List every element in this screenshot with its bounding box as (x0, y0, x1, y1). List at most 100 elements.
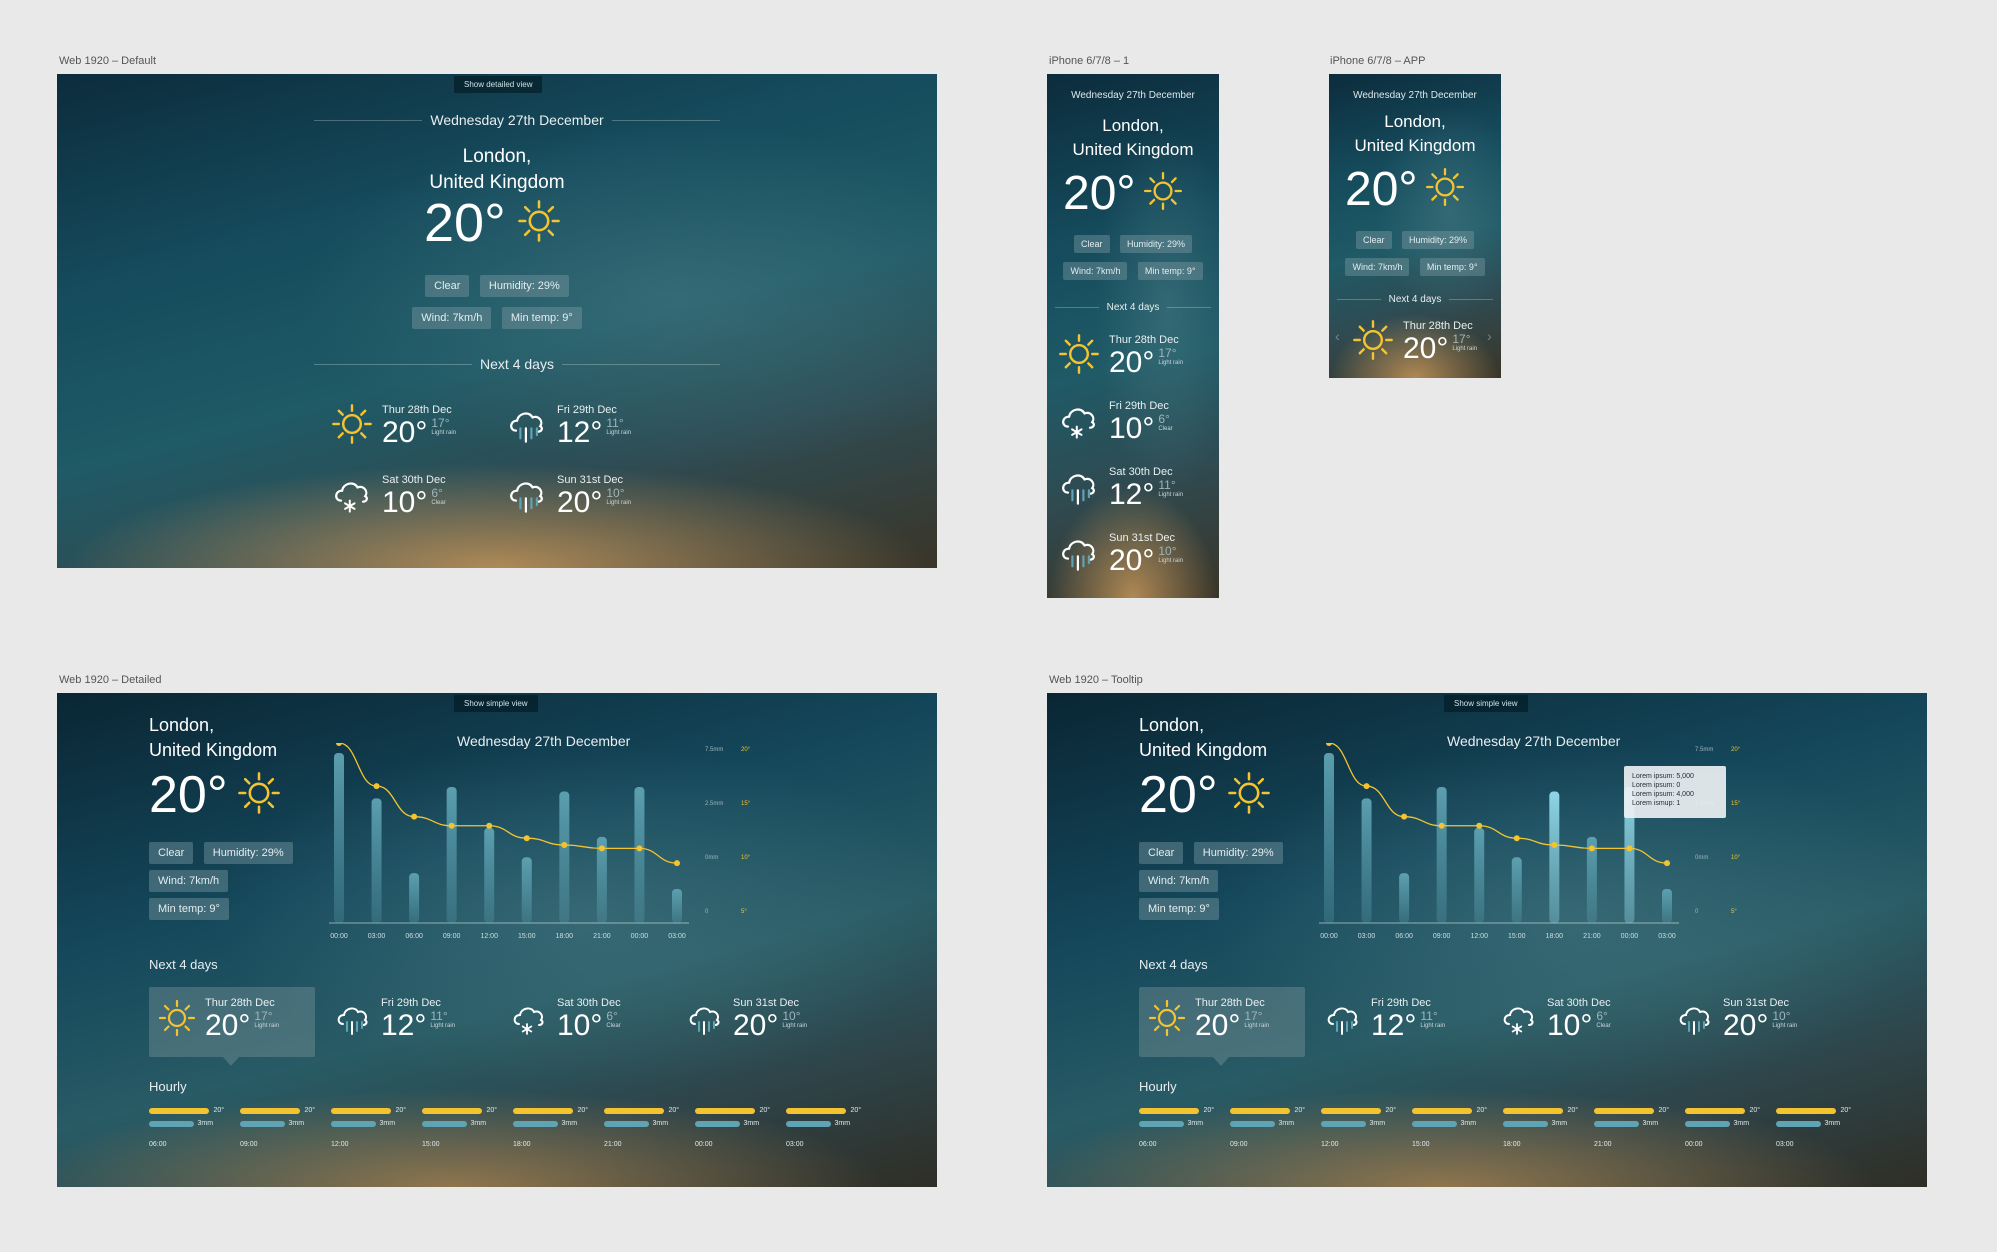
temperature-point[interactable] (636, 845, 643, 852)
temperature-point[interactable] (1551, 842, 1558, 848)
hourly-temp-bar (1230, 1107, 1291, 1114)
hourly-rain-bar (149, 1120, 194, 1127)
day-forecast-thur[interactable]: Thur 28th Dec 20° 17° Light rain (1057, 332, 1183, 381)
hourly-rain: 3mm (1187, 1120, 1204, 1127)
temperature-point[interactable] (336, 743, 342, 746)
rain-bar[interactable] (334, 753, 344, 923)
rain-cloud-icon (1057, 530, 1101, 579)
temperature-point[interactable] (486, 822, 493, 829)
day-forecast-sun[interactable]: Sun 31st Dec 20° 10° Light rain (505, 472, 631, 521)
sun-icon (1226, 770, 1272, 821)
temperature-point[interactable] (598, 845, 605, 852)
hourly-item[interactable]: 20° 3mm 06:00 (1139, 1107, 1223, 1148)
rain-bar[interactable] (1474, 827, 1485, 923)
hourly-item[interactable]: 20° 3mm 15:00 (1412, 1107, 1496, 1148)
rain-bar[interactable] (634, 787, 645, 923)
temperature-point[interactable] (373, 783, 380, 790)
show-simple-view-button[interactable]: Show simple view (454, 695, 538, 712)
hourly-item[interactable]: 20° 3mm 18:00 (513, 1107, 597, 1148)
min-temp-pill: Min temp: 9° (149, 898, 229, 920)
carousel-next-icon[interactable]: › (1487, 328, 1492, 344)
rain-cloud-icon (505, 472, 549, 521)
hourly-item[interactable]: 20° 3mm 00:00 (1685, 1107, 1769, 1148)
rain-bar[interactable] (1436, 787, 1447, 923)
hourly-item[interactable]: 20° 3mm 03:00 (1776, 1107, 1860, 1148)
day-forecast-thur[interactable]: Thur 28th Dec 20° 17° Light rain (330, 402, 456, 451)
day-name: Sat 30th Dec (382, 473, 446, 486)
day-forecast-thur[interactable]: Thur 28th Dec 20° 17° Light rain (157, 997, 279, 1043)
temperature-point[interactable] (1401, 813, 1408, 820)
show-detailed-view-button[interactable]: Show detailed view (454, 76, 543, 93)
day-forecast-fri[interactable]: Fri 29th Dec 12° 11° Light rain (505, 402, 631, 451)
hourly-rain: 3mm (1460, 1120, 1477, 1127)
x-tick-label: 12:00 (1470, 933, 1488, 940)
rain-bar[interactable] (672, 889, 682, 923)
hourly-item[interactable]: 20° 3mm 09:00 (1230, 1107, 1314, 1148)
rain-bar[interactable] (446, 787, 457, 923)
temperature-point[interactable] (1363, 783, 1370, 790)
day-forecast-sat[interactable]: Sat 30th Dec 10° 6° Clear (509, 997, 621, 1043)
rain-bar[interactable] (1511, 857, 1522, 923)
rain-bar[interactable] (1361, 798, 1372, 923)
rain-bar[interactable] (409, 873, 420, 923)
hourly-rain: 3mm (1733, 1120, 1750, 1127)
artboard-label-default: Web 1920 – Default (59, 55, 157, 67)
hourly-item[interactable]: 20° 3mm 15:00 (422, 1107, 506, 1148)
temperature-point[interactable] (411, 813, 418, 820)
carousel-prev-icon[interactable]: ‹ (1335, 328, 1340, 344)
day-forecast-sat[interactable]: Sat 30th Dec 12° 11° Light rain (1057, 464, 1183, 513)
chart-tooltip: Lorem ipsum: 5,000 Lorem ipsum: 0 Lorem ip… (1624, 766, 1726, 818)
hourly-item[interactable]: 20° 3mm 18:00 (1503, 1107, 1587, 1148)
hourly-item[interactable]: 20° 3mm 09:00 (240, 1107, 324, 1148)
temperature-point[interactable] (1476, 822, 1483, 829)
hourly-temp-bar (1594, 1107, 1655, 1114)
hourly-temp: 20° (1567, 1107, 1579, 1114)
temperature-point[interactable] (674, 860, 680, 867)
hourly-item[interactable]: 20° 3mm 03:00 (786, 1107, 870, 1148)
day-forecast-sun[interactable]: Sun 31st Dec 20° 10° Light rain (685, 997, 807, 1043)
hourly-temp: 20° (1658, 1107, 1670, 1114)
day-min-temp: 11° (1158, 477, 1176, 492)
temperature-point[interactable] (1513, 835, 1520, 842)
temperature-point[interactable] (1664, 860, 1670, 867)
temperature-point[interactable] (1626, 845, 1633, 852)
hourly-item[interactable]: 20° 3mm 21:00 (1594, 1107, 1678, 1148)
temperature-point[interactable] (1588, 845, 1595, 852)
temperature-point[interactable] (1438, 822, 1445, 829)
temperature-point[interactable] (561, 842, 568, 848)
tooltip-line: Lorem ismup: 1 (1632, 800, 1681, 807)
day-forecast-fri[interactable]: Fri 29th Dec 10° 6° Clear (1057, 398, 1173, 447)
hourly-item[interactable]: 20° 3mm 12:00 (1321, 1107, 1405, 1148)
temperature-point[interactable] (523, 835, 530, 842)
day-forecast-sat[interactable]: Sat 30th Dec 10° 6° Clear (330, 472, 446, 521)
day-forecast-sun[interactable]: Sun 31st Dec 20° 10° Light rain (1057, 530, 1183, 579)
hourly-item[interactable]: 20° 3mm 12:00 (331, 1107, 415, 1148)
hourly-item[interactable]: 20° 3mm 21:00 (604, 1107, 688, 1148)
rain-bar[interactable] (484, 827, 495, 923)
x-tick-label: 03:00 (1658, 933, 1676, 940)
show-simple-view-button[interactable]: Show simple view (1444, 695, 1528, 712)
hourly-item[interactable]: 20° 3mm 06:00 (149, 1107, 233, 1148)
day-forecast-sun[interactable]: Sun 31st Dec 20° 10° Light rain (1675, 997, 1797, 1043)
day-forecast-thur[interactable]: Thur 28th Dec 20° 17° Light rain (1351, 318, 1477, 367)
hourly-item[interactable]: 20° 3mm 00:00 (695, 1107, 779, 1148)
temp-axis-label: 5° (741, 909, 747, 915)
day-temp: 20° (733, 1009, 779, 1042)
rain-bar[interactable] (559, 791, 570, 923)
rain-bar[interactable] (521, 857, 532, 923)
rain-bar[interactable] (1324, 753, 1334, 923)
temperature-point[interactable] (1326, 743, 1332, 746)
rain-bar[interactable] (1399, 873, 1410, 923)
temperature-point[interactable] (448, 822, 455, 829)
day-name: Fri 29th Dec (1371, 997, 1431, 1009)
day-forecast-thur[interactable]: Thur 28th Dec 20° 17° Light rain (1147, 997, 1269, 1043)
wind-pill: Wind: 7km/h (412, 307, 492, 329)
day-forecast-sat[interactable]: Sat 30th Dec 10° 6° Clear (1499, 997, 1611, 1043)
rain-bar[interactable] (371, 798, 382, 923)
rain-bar[interactable] (1549, 791, 1560, 923)
day-forecast-fri[interactable]: Fri 29th Dec 12° 11° Light rain (1323, 997, 1445, 1043)
temp-axis-label: 20° (1731, 747, 1741, 753)
day-forecast-fri[interactable]: Fri 29th Dec 12° 11° Light rain (333, 997, 455, 1043)
rain-bar[interactable] (1662, 889, 1672, 923)
day-temp: 20° (1195, 1009, 1241, 1042)
